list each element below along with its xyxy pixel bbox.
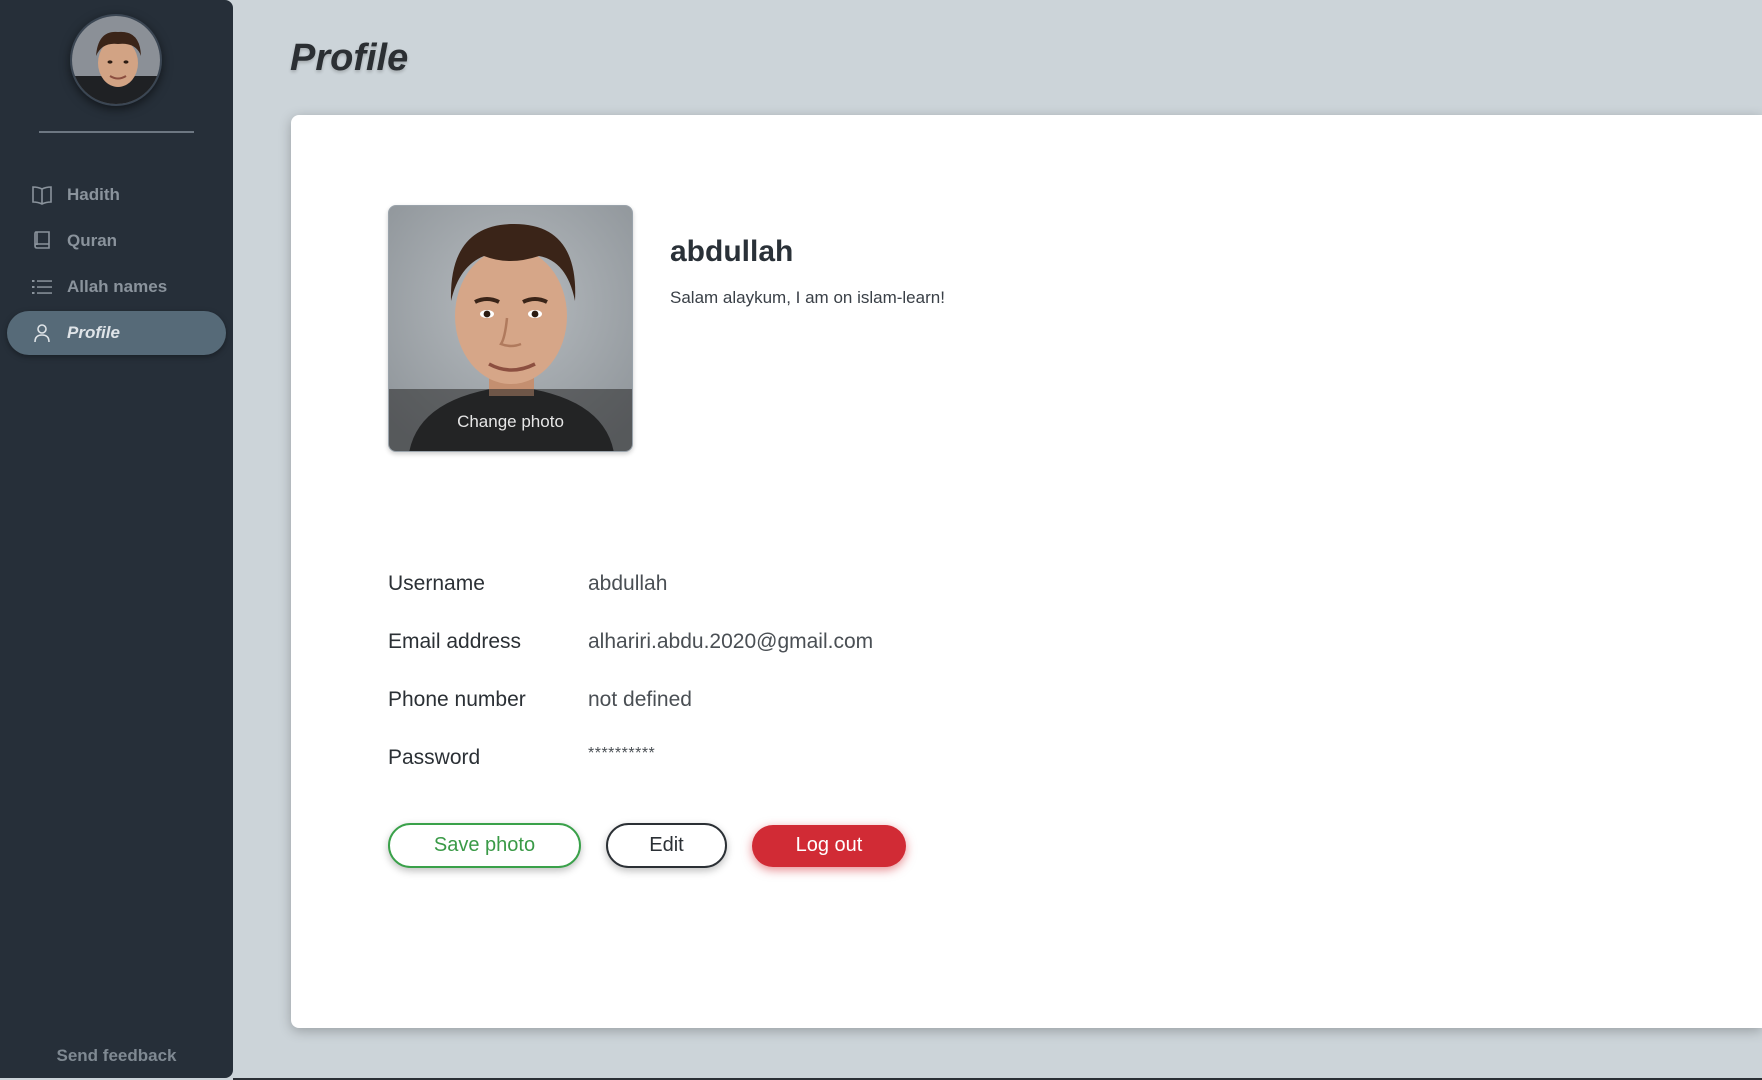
sidebar-nav: Hadith Quran Allah names Profile <box>7 173 226 357</box>
info-value: abdullah <box>588 572 668 595</box>
avatar-image <box>72 16 160 104</box>
info-value: alhariri.abdu.2020@gmail.com <box>588 630 874 653</box>
sidebar-item-quran[interactable]: Quran <box>7 219 226 263</box>
book-open-icon <box>29 184 55 206</box>
sidebar-divider <box>39 131 194 133</box>
profile-card: Change photo abdullah Salam alaykum, I a… <box>291 115 1762 1028</box>
info-value: not defined <box>588 688 692 711</box>
sidebar-item-label: Allah names <box>67 277 168 296</box>
profile-actions: Save photo Edit Log out <box>388 823 906 868</box>
info-label: Username <box>388 572 485 595</box>
save-photo-button[interactable]: Save photo <box>388 823 581 868</box>
send-feedback-link[interactable]: Send feedback <box>0 1046 233 1066</box>
info-label: Password <box>388 746 481 769</box>
profile-bio: Salam alaykum, I am on islam-learn! <box>670 288 945 307</box>
profile-info: Username abdullah Email address alhariri… <box>388 555 873 787</box>
info-value: ********** <box>588 745 656 762</box>
book-icon <box>29 230 55 252</box>
sidebar-item-profile[interactable]: Profile <box>7 311 226 355</box>
sidebar-avatar[interactable] <box>70 14 162 106</box>
logout-button[interactable]: Log out <box>752 824 906 867</box>
info-row-email: Email address alhariri.abdu.2020@gmail.c… <box>388 613 873 671</box>
info-row-phone: Phone number not defined <box>388 671 873 729</box>
sidebar-item-allah-names[interactable]: Allah names <box>7 265 226 309</box>
sidebar: Hadith Quran Allah names Profile Send fe… <box>0 0 233 1078</box>
list-icon <box>29 276 55 298</box>
profile-photo[interactable]: Change photo <box>388 205 633 452</box>
profile-name: abdullah <box>670 235 794 268</box>
sidebar-item-label: Quran <box>67 231 118 250</box>
info-row-username: Username abdullah <box>388 555 873 613</box>
info-label: Phone number <box>388 688 526 711</box>
info-row-password: Password ********** <box>388 729 873 787</box>
sidebar-item-label: Profile <box>67 323 120 342</box>
change-photo-overlay[interactable]: Change photo <box>389 389 632 451</box>
sidebar-item-hadith[interactable]: Hadith <box>7 173 226 217</box>
app-root: Hadith Quran Allah names Profile Send fe… <box>0 0 1762 1080</box>
user-icon <box>29 322 55 344</box>
sidebar-item-label: Hadith <box>67 185 120 204</box>
edit-button[interactable]: Edit <box>606 823 727 868</box>
page-title: Profile <box>290 37 409 79</box>
info-label: Email address <box>388 630 522 653</box>
